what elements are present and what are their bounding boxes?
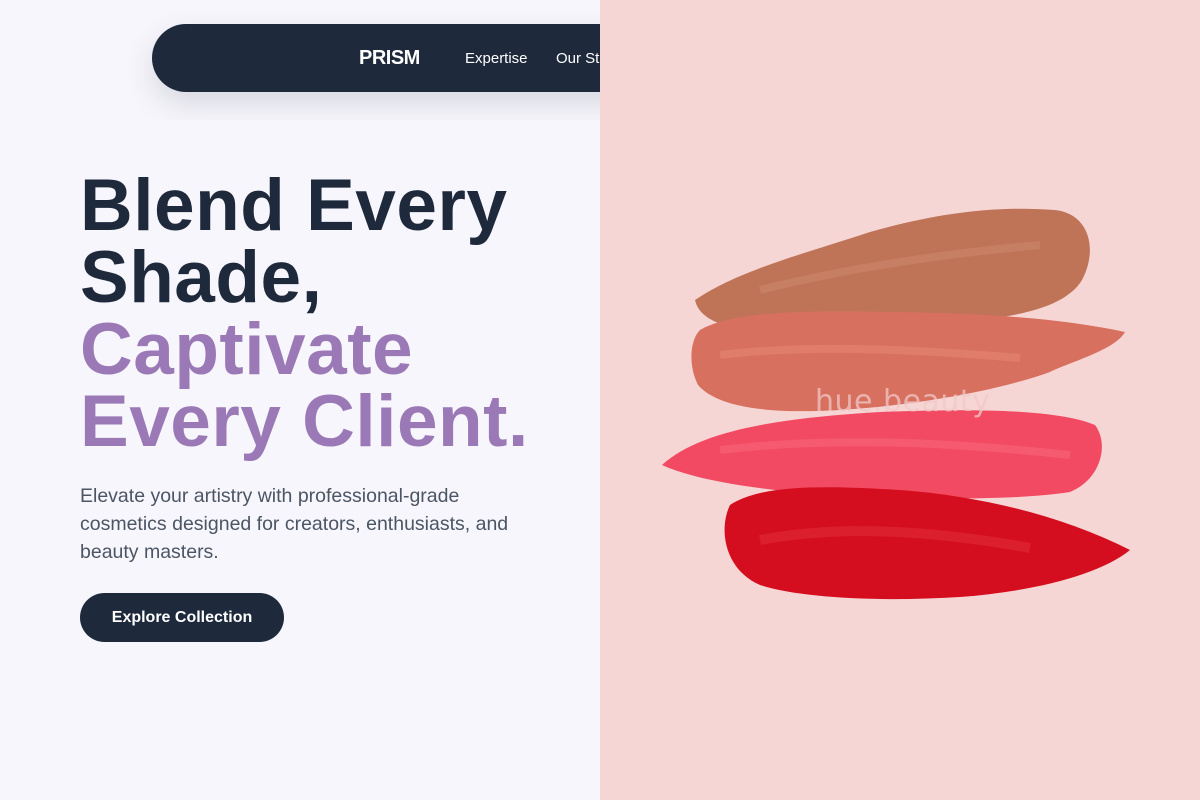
swatch-red bbox=[724, 487, 1130, 600]
swatch-nude bbox=[695, 208, 1090, 330]
hero-subtitle: Elevate your artistry with professional-… bbox=[80, 485, 509, 563]
explore-collection-button[interactable]: Explore Collection bbox=[80, 593, 284, 642]
navbar-wrapper: PRISM Expertise Our Story bbox=[0, 0, 600, 120]
headline-line-4: Every Client. bbox=[80, 381, 529, 462]
nav-link-our-story[interactable]: Our Story bbox=[556, 50, 600, 67]
headline-line-2: Shade, bbox=[80, 237, 323, 318]
hero-image: hue.beauty bbox=[600, 0, 1200, 800]
nav-link-expertise[interactable]: Expertise bbox=[465, 50, 528, 67]
headline-line-1: Blend Every bbox=[80, 165, 508, 246]
brand-logo[interactable]: PRISM bbox=[359, 47, 420, 70]
headline-line-3: Captivate bbox=[80, 309, 414, 390]
image-watermark: hue.beauty bbox=[815, 384, 991, 419]
hero-headline: Blend Every Shade, Captivate Every Clien… bbox=[80, 165, 600, 462]
